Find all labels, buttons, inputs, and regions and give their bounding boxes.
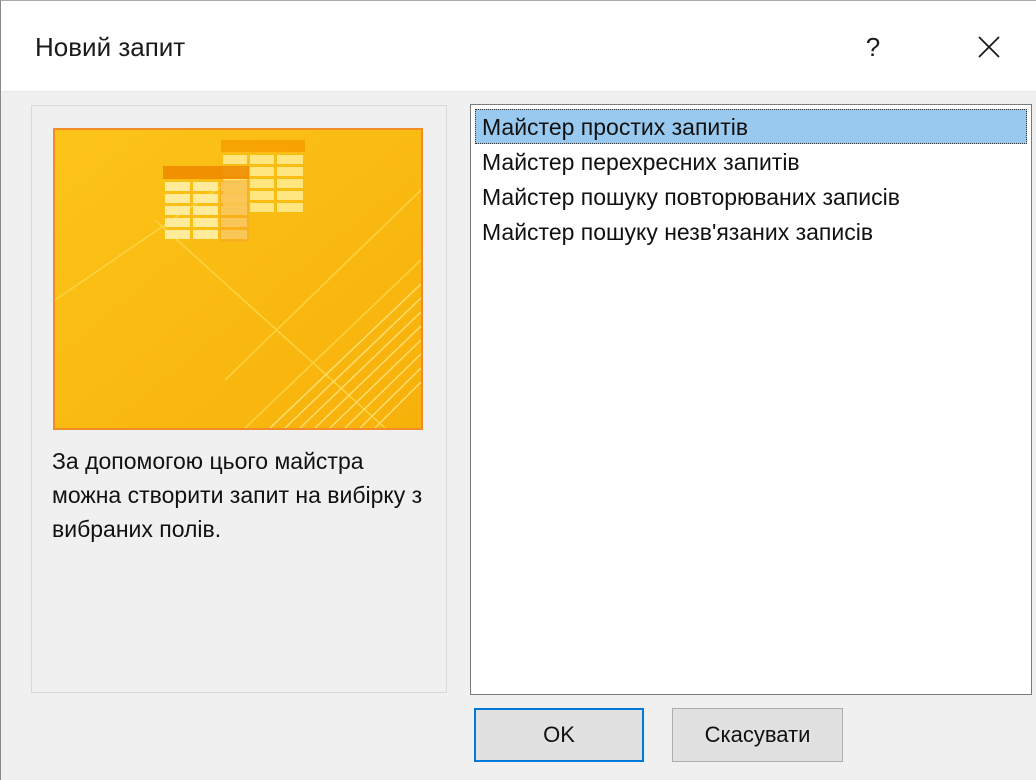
wizard-description-panel: За допомогою цього майстра можна створит… <box>31 105 447 693</box>
wizard-item-crosstab-query[interactable]: Майстер перехресних запитів <box>475 144 1027 179</box>
wizard-item-simple-query[interactable]: Майстер простих запитів <box>475 109 1027 144</box>
wizard-description-text: За допомогою цього майстра можна створит… <box>52 448 423 542</box>
wizard-preview-image <box>53 128 423 430</box>
title-bar: Новий запит ? <box>1 1 1036 92</box>
new-query-dialog: Новий запит ? За допомогою цього майстра… <box>0 0 1036 780</box>
wizard-list[interactable]: Майстер простих запитів Майстер перехрес… <box>470 104 1032 695</box>
cancel-button[interactable]: Скасувати <box>672 708 843 762</box>
wizard-item-find-duplicates[interactable]: Майстер пошуку повторюваних записів <box>475 179 1027 214</box>
close-button[interactable] <box>961 21 1017 73</box>
help-icon: ? <box>865 31 881 62</box>
wizard-item-find-unmatched[interactable]: Майстер пошуку незв'язаних записів <box>475 214 1027 249</box>
ok-button[interactable]: OK <box>474 708 644 762</box>
query-table-illustration-icon <box>55 130 421 428</box>
dialog-title: Новий запит <box>35 32 186 62</box>
help-button[interactable]: ? <box>847 21 899 73</box>
close-icon <box>978 36 1000 58</box>
